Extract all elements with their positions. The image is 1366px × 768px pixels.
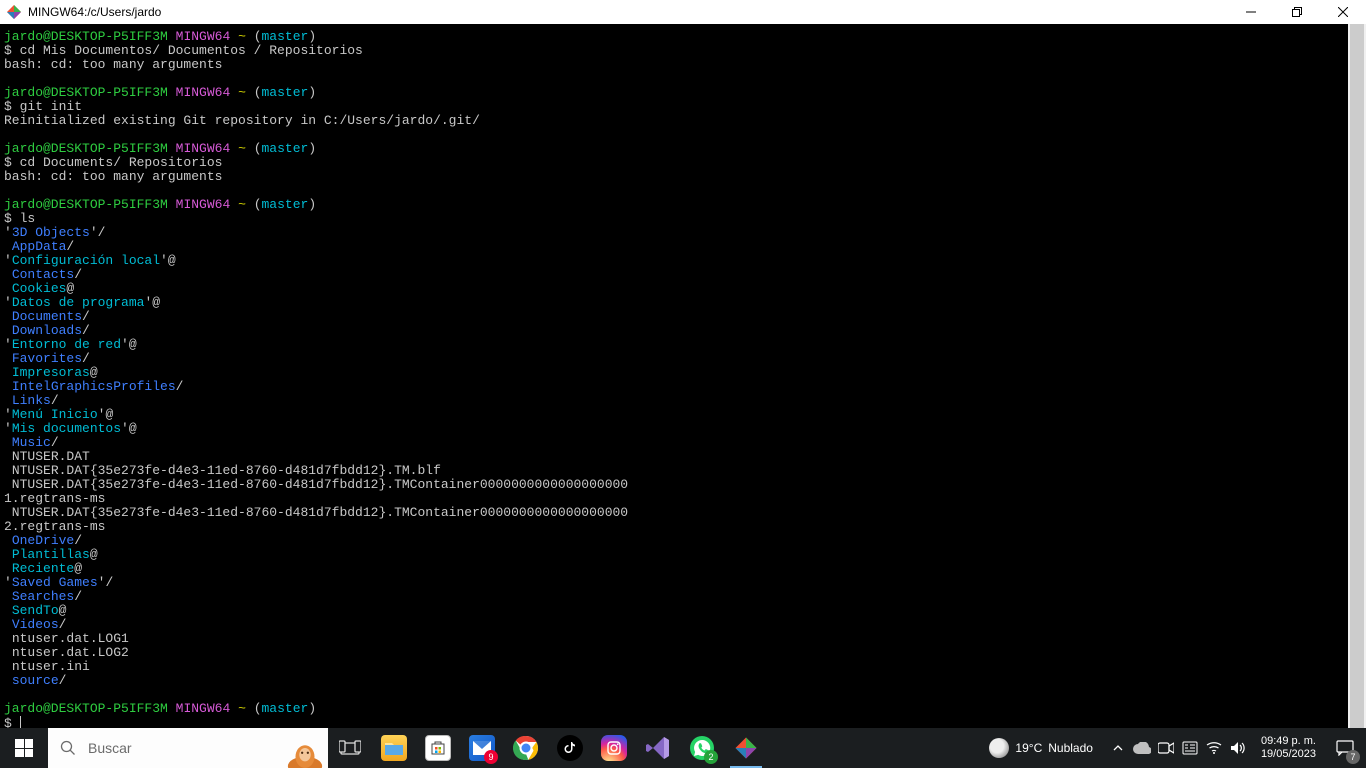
start-button[interactable] [0, 728, 48, 768]
tray-chevron-button[interactable] [1107, 728, 1129, 768]
task-view-button[interactable] [328, 728, 372, 768]
instagram-icon [601, 735, 627, 761]
onedrive-icon [1133, 742, 1151, 754]
git-bash-icon [734, 736, 758, 760]
app-icon [6, 4, 22, 20]
file-explorer-button[interactable] [372, 728, 416, 768]
tiktok-button[interactable] [548, 728, 592, 768]
vertical-scrollbar[interactable] [1348, 24, 1366, 728]
search-placeholder: Buscar [88, 740, 282, 756]
mail-button[interactable]: 9 [460, 728, 504, 768]
ms-store-icon [425, 735, 451, 761]
taskbar-search[interactable]: Buscar [48, 728, 328, 768]
search-icon [48, 740, 88, 756]
notifications-button[interactable]: 7 [1324, 728, 1366, 768]
meet-now-icon [1158, 742, 1174, 754]
git-bash-button[interactable] [724, 728, 768, 768]
clock-time: 09:49 p. m. [1261, 735, 1316, 748]
window-titlebar: MINGW64:/c/Users/jardo [0, 0, 1366, 24]
chrome-icon [513, 735, 539, 761]
notifications-badge: 7 [1346, 750, 1360, 764]
close-button[interactable] [1320, 0, 1366, 24]
chrome-button[interactable] [504, 728, 548, 768]
weather-icon [989, 738, 1009, 758]
wifi-button[interactable] [1203, 728, 1225, 768]
taskbar: Buscar 9 2 19°C Nublado 09:49 p. m. 19/0… [0, 728, 1366, 768]
window-title: MINGW64:/c/Users/jardo [28, 5, 161, 19]
ms-store-button[interactable] [416, 728, 460, 768]
clock-date: 19/05/2023 [1261, 748, 1316, 761]
whatsapp-button[interactable]: 2 [680, 728, 724, 768]
ime-button[interactable] [1179, 728, 1201, 768]
wifi-icon [1206, 742, 1222, 754]
scrollbar-thumb[interactable] [1350, 24, 1364, 728]
instagram-button[interactable] [592, 728, 636, 768]
onedrive-tray-button[interactable] [1131, 728, 1153, 768]
volume-button[interactable] [1227, 728, 1249, 768]
search-mascot [282, 728, 328, 768]
whatsapp-badge: 2 [704, 750, 718, 764]
taskbar-clock[interactable]: 09:49 p. m. 19/05/2023 [1253, 735, 1324, 761]
weather-widget[interactable]: 19°C Nublado [979, 738, 1103, 758]
minimize-button[interactable] [1228, 0, 1274, 24]
maximize-button[interactable] [1274, 0, 1320, 24]
task-view-icon [339, 737, 361, 759]
file-explorer-icon [381, 735, 407, 761]
ime-icon [1182, 740, 1198, 756]
weather-temp: 19°C [1015, 741, 1042, 755]
meet-now-button[interactable] [1155, 728, 1177, 768]
weather-desc: Nublado [1048, 741, 1093, 755]
visual-studio-button[interactable] [636, 728, 680, 768]
visual-studio-icon [645, 735, 671, 761]
volume-icon [1230, 741, 1246, 755]
tray-chevron-icon [1113, 743, 1123, 753]
mail-badge: 9 [484, 750, 498, 764]
windows-logo-icon [15, 739, 33, 757]
terminal-output[interactable]: jardo@DESKTOP-P5IFF3M MINGW64 ~ (master)… [0, 24, 1348, 728]
tiktok-icon [557, 735, 583, 761]
system-tray [1103, 728, 1253, 768]
